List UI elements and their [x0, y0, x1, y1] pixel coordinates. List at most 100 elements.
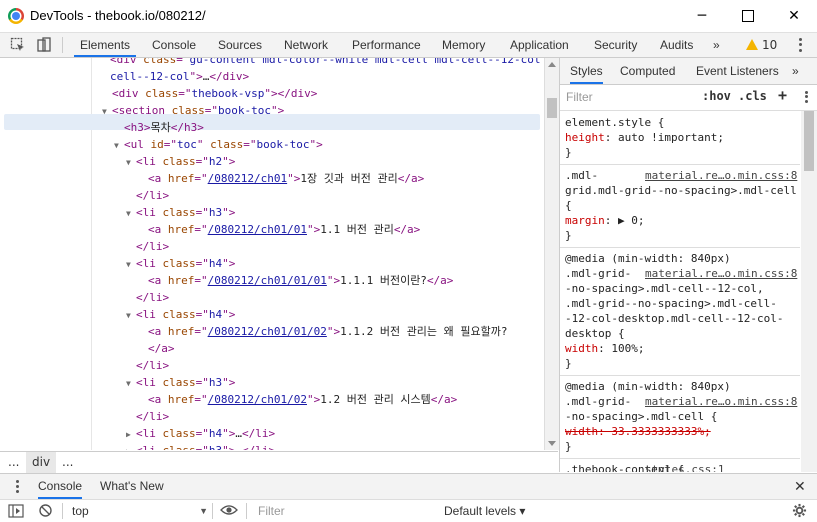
console-settings-gear-icon[interactable]	[792, 503, 807, 518]
dom-node-line[interactable]: </li>	[126, 187, 169, 204]
dom-node-line[interactable]: <a href="/080212/ch01">1장 깃과 버전 관리</a>	[138, 170, 424, 187]
hover-state-toggle[interactable]: :hov	[702, 89, 731, 103]
console-filter-input[interactable]: Filter	[254, 502, 438, 520]
style-rule-line[interactable]: }	[565, 356, 572, 371]
console-sidebar-icon[interactable]	[8, 504, 24, 518]
tab-event-listeners[interactable]: Event Listeners	[696, 58, 779, 84]
dom-node-line[interactable]: ▼ <li class="h3">	[126, 204, 235, 221]
styles-scrollbar-thumb[interactable]	[804, 111, 814, 171]
style-rule-line[interactable]: -no-spacing>.mdl-cell {	[565, 409, 717, 424]
inspect-element-icon[interactable]	[10, 37, 26, 53]
dom-node-line[interactable]: ▼ <section class="book-toc">	[102, 102, 284, 119]
dom-node-line[interactable]: ▶<li class="h3">…</li>	[126, 442, 275, 450]
expand-arrow-icon[interactable]: ▼	[126, 256, 136, 273]
dom-node-line[interactable]: ▶ <li class="h4">…</li>	[126, 425, 275, 442]
style-rule-line[interactable]: -12-col-desktop.mdl-cell--12-col-	[565, 311, 784, 326]
style-rule-line[interactable]: element.style {	[565, 115, 664, 130]
minimize-button[interactable]: ─	[679, 0, 725, 32]
dom-node-line[interactable]: <h3>목차</h3>	[114, 119, 204, 136]
drawer-menu-icon[interactable]	[9, 479, 25, 494]
tab-console[interactable]: Console	[146, 33, 202, 57]
elements-scrollbar[interactable]	[544, 58, 559, 450]
dom-node-line[interactable]: </li>	[126, 238, 169, 255]
warnings-counter[interactable]: 10	[746, 37, 777, 53]
tab-network[interactable]: Network	[278, 33, 334, 57]
styles-scrollbar[interactable]	[801, 111, 817, 472]
class-toggle[interactable]: .cls	[738, 89, 767, 103]
style-rule-line[interactable]: .mdl-material.re…o.min.css:8	[565, 168, 797, 183]
href-link[interactable]: /080212/ch01/01/02	[208, 325, 327, 338]
dom-node-line[interactable]: <a href="/080212/ch01/02">1.2 버전 관리 시스템<…	[138, 391, 457, 408]
close-window-button[interactable]: ✕	[771, 0, 817, 32]
style-rule-line[interactable]: margin: ▶ 0;	[565, 213, 645, 228]
dom-node-line[interactable]: ▼ <li class="h3">	[126, 374, 235, 391]
stylesheet-source-link[interactable]: material.re…o.min.css:8	[645, 168, 797, 183]
dom-node-line[interactable]: <a href="/080212/ch01/01">1.1 버전 관리</a>	[138, 221, 420, 238]
href-link[interactable]: /080212/ch01	[208, 172, 287, 185]
close-drawer-icon[interactable]: ✕	[794, 474, 806, 499]
style-rule-line[interactable]: -no-spacing>.mdl-cell--12-col,	[565, 281, 764, 296]
styles-more-tabs-button[interactable]: »	[792, 58, 799, 84]
dom-node-line[interactable]: <a href="/080212/ch01/01/02">1.1.2 버전 관리…	[138, 323, 508, 340]
breadcrumb-ellipsis-left[interactable]: ...	[8, 452, 19, 473]
log-levels-dropdown[interactable]: Default levels ▾	[444, 503, 525, 519]
dom-node-line[interactable]: </li>	[126, 289, 169, 306]
expand-arrow-icon[interactable]: ▼	[126, 307, 136, 324]
dom-node-line[interactable]: cell--12-col">…</div>	[100, 68, 249, 85]
tab-computed[interactable]: Computed	[620, 58, 675, 84]
expand-arrow-icon[interactable]: ▼	[126, 154, 136, 171]
style-rule-line[interactable]: .thebook-content { styles.css:1	[565, 462, 724, 472]
tab-audits[interactable]: Audits	[654, 33, 699, 57]
style-rule-line[interactable]: .mdl-grid- material.re…o.min.css:8	[565, 394, 797, 409]
stylesheet-source-link[interactable]: styles.css:1	[645, 462, 724, 472]
tab-console-drawer[interactable]: Console	[38, 474, 83, 499]
tab-application[interactable]: Application	[504, 33, 575, 57]
dom-node-line[interactable]: ▼ <li class="h4">	[126, 255, 235, 272]
style-rule-line[interactable]: }	[565, 145, 572, 160]
scroll-up-icon[interactable]	[548, 62, 556, 67]
tab-styles[interactable]: Styles	[570, 58, 603, 84]
tab-elements[interactable]: Elements	[74, 33, 137, 57]
style-rule-line[interactable]: @media (min-width: 840px)	[565, 251, 731, 266]
tab-performance[interactable]: Performance	[346, 33, 427, 57]
href-link[interactable]: /080212/ch01/02	[208, 393, 307, 406]
style-rule-line[interactable]: {	[565, 198, 572, 213]
tab-sources[interactable]: Sources	[212, 33, 268, 57]
dom-node-line[interactable]: </a>	[138, 340, 175, 357]
expand-arrow-icon[interactable]: ▼	[126, 375, 136, 392]
style-rule-line[interactable]: }	[565, 439, 572, 454]
dom-node-line[interactable]: ▼ <ul id="toc" class="book-toc">	[114, 136, 323, 153]
dom-node-line[interactable]: ▼ <li class="h4">	[126, 306, 235, 323]
style-rule-line[interactable]: }	[565, 228, 572, 243]
style-rule-line[interactable]: width: 100%;	[565, 341, 644, 356]
live-expression-eye-icon[interactable]	[220, 503, 238, 517]
dom-node-line[interactable]: </li>	[126, 357, 169, 374]
stylesheet-source-link[interactable]: material.re…o.min.css:8	[645, 266, 797, 281]
style-rule-line[interactable]: desktop {	[565, 326, 625, 341]
breadcrumb-ellipsis-right[interactable]: ...	[62, 452, 73, 473]
new-rule-button[interactable]: +	[778, 86, 787, 104]
more-tabs-button[interactable]: »	[707, 33, 726, 57]
tab-whats-new[interactable]: What's New	[100, 474, 164, 499]
style-rule-line[interactable]: grid.mdl-grid--no-spacing>.mdl-cell	[565, 183, 797, 198]
href-link[interactable]: /080212/ch01/01	[208, 223, 307, 236]
collapsed-arrow-icon[interactable]: ▶	[126, 426, 136, 443]
dom-node-line[interactable]: <div class="gu-content mdl-color--white …	[100, 58, 544, 68]
tab-memory[interactable]: Memory	[436, 33, 491, 57]
dom-node-line[interactable]: </li>	[126, 408, 169, 425]
clear-console-icon[interactable]	[38, 503, 53, 518]
devtools-menu-icon[interactable]	[792, 37, 808, 53]
stylesheet-source-link[interactable]: material.re…o.min.css:8	[645, 394, 797, 409]
href-link[interactable]: /080212/ch01/01/01	[208, 274, 327, 287]
style-rule-line[interactable]: .mdl-grid- material.re…o.min.css:8	[565, 266, 797, 281]
context-selector[interactable]: top ▼	[72, 503, 208, 519]
scrollbar-thumb[interactable]	[547, 98, 557, 118]
dom-node-line[interactable]: <a href="/080212/ch01/01/01">1.1.1 버전이란?…	[138, 272, 453, 289]
style-rule-line[interactable]: .mdl-grid--no-spacing>.mdl-cell-	[565, 296, 777, 311]
elements-dom-tree[interactable]: <div class="gu-content mdl-color--white …	[0, 58, 544, 450]
tab-security[interactable]: Security	[588, 33, 643, 57]
styles-sidebar-menu-icon[interactable]	[798, 90, 814, 104]
dom-node-line[interactable]: <div class="thebook-vsp"></div>	[102, 85, 317, 102]
expand-arrow-icon[interactable]: ▼	[102, 103, 112, 120]
device-toolbar-icon[interactable]	[36, 37, 52, 53]
